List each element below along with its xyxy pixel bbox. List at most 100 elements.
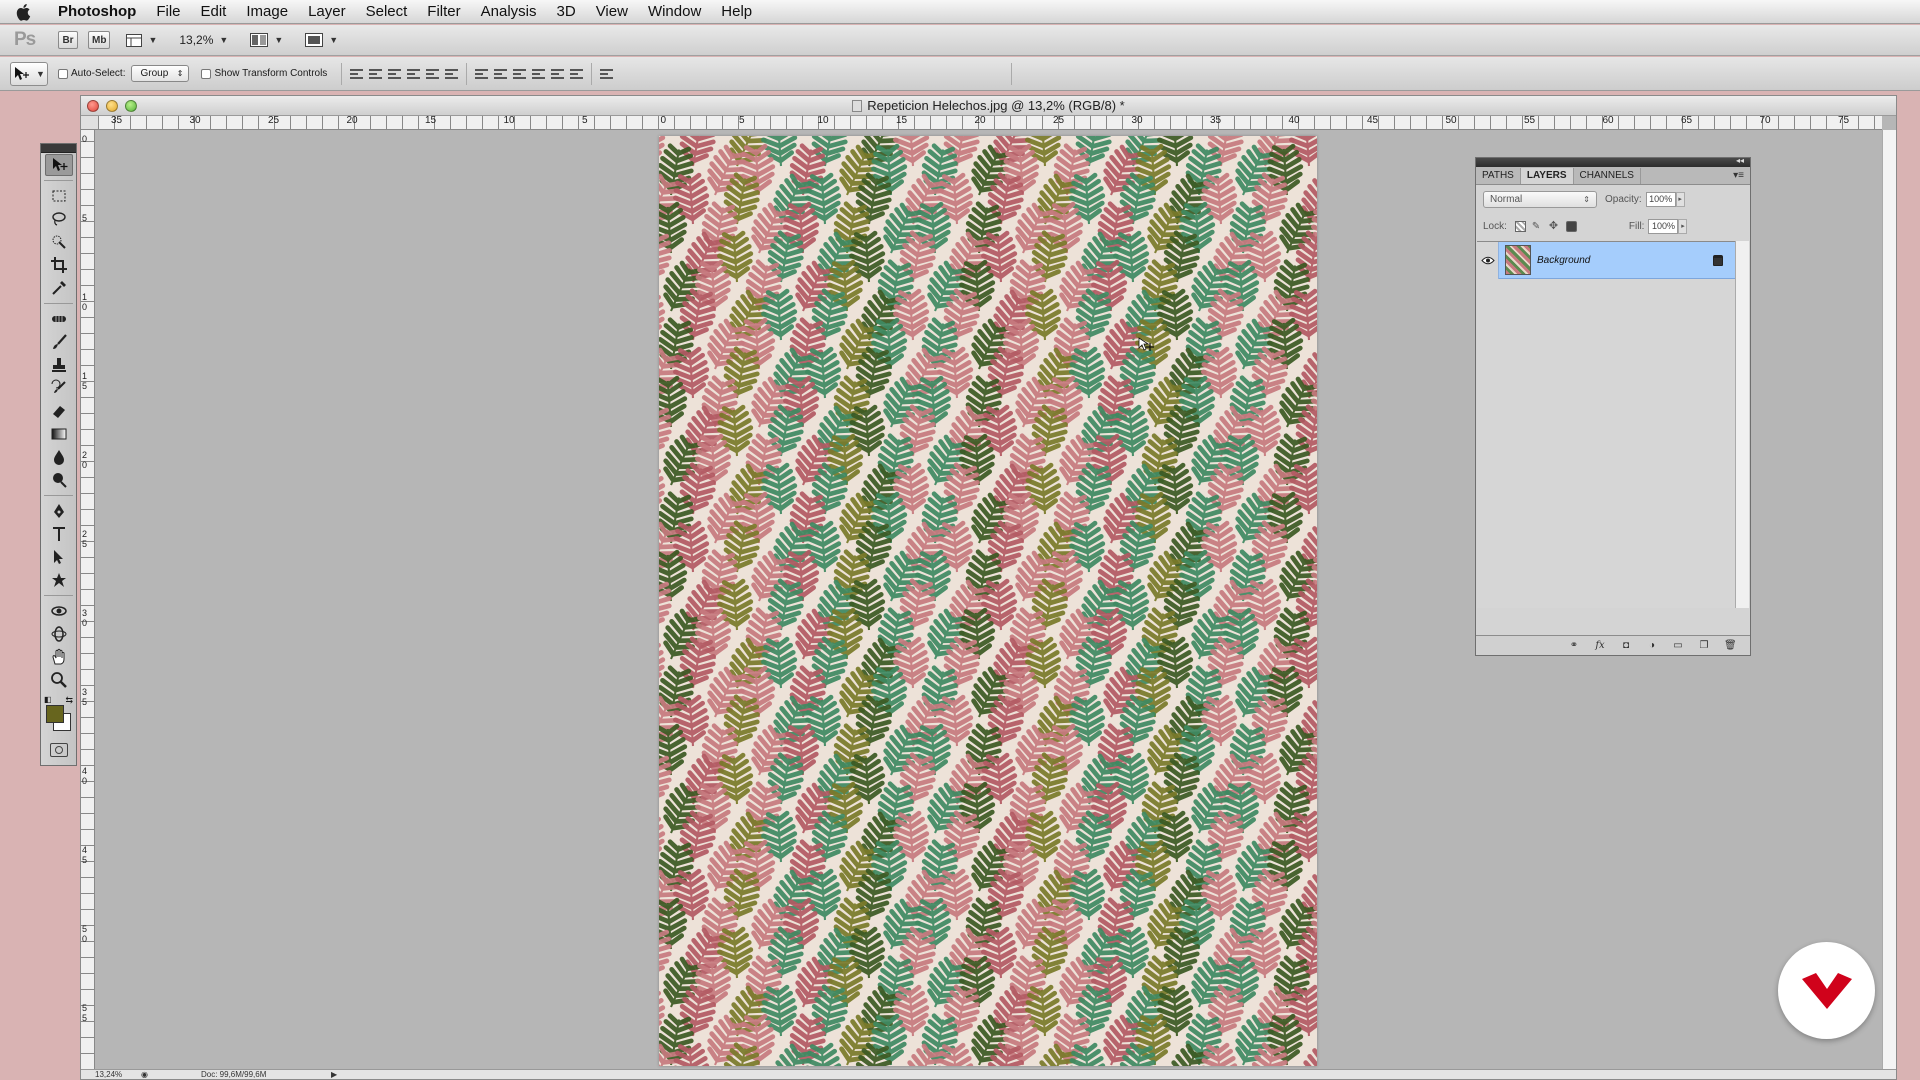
pen-tool[interactable] [45, 500, 73, 522]
auto-select-target-select[interactable]: Group ⇕ [131, 65, 190, 82]
menu-file[interactable]: File [146, 0, 190, 24]
crop-tool[interactable] [45, 254, 73, 276]
type-tool[interactable] [45, 523, 73, 545]
opacity-slider-arrow-icon[interactable]: ▸ [1675, 191, 1685, 207]
auto-select-box[interactable] [58, 68, 68, 79]
3d-rotate-tool[interactable] [45, 600, 73, 622]
launch-minibridge-button[interactable]: Mb [88, 31, 111, 49]
tab-layers[interactable]: LAYERS [1520, 168, 1574, 184]
menu-image[interactable]: Image [236, 0, 298, 24]
align-horizontal-centers-icon[interactable] [426, 67, 440, 80]
custom-shape-tool[interactable] [45, 569, 73, 591]
launch-bridge-button[interactable]: Br [58, 31, 78, 49]
new-group-folder-icon[interactable]: ▭ [1672, 640, 1684, 651]
spot-healing-tool[interactable] [45, 308, 73, 330]
show-transform-box[interactable] [201, 68, 212, 79]
status-info-icon[interactable]: ◉ [141, 1070, 148, 1079]
distribute-vcenter-icon[interactable] [494, 67, 508, 80]
tab-channels[interactable]: CHANNELS [1574, 168, 1641, 184]
distribute-hcenter-icon[interactable] [551, 67, 565, 80]
eyedropper-tool[interactable] [45, 277, 73, 299]
clone-stamp-tool[interactable] [45, 354, 73, 376]
document-canvas[interactable] [659, 136, 1317, 1066]
opacity-input[interactable]: 100% [1645, 191, 1676, 207]
zoom-tool[interactable] [45, 669, 73, 691]
menu-view[interactable]: View [586, 0, 638, 24]
align-right-edges-icon[interactable] [445, 67, 459, 80]
eraser-tool[interactable] [45, 400, 73, 422]
blur-tool[interactable] [45, 446, 73, 468]
lock-image-pixels-icon[interactable]: ✎ [1532, 221, 1543, 232]
menu-photoshop[interactable]: Photoshop [48, 0, 146, 24]
layers-scrollbar[interactable] [1735, 241, 1749, 608]
tool-preset-picker[interactable]: ▼ [10, 61, 48, 86]
dodge-tool[interactable] [45, 469, 73, 491]
layer-style-fx-icon[interactable]: fx [1594, 640, 1606, 651]
zoom-level-dropdown[interactable]: 13,2% ▼ [173, 33, 234, 47]
auto-align-layers-icon[interactable] [600, 67, 614, 80]
3d-orbit-tool[interactable] [45, 623, 73, 645]
menu-help[interactable]: Help [711, 0, 762, 24]
hand-tool[interactable] [45, 646, 73, 668]
swap-colors-icon[interactable]: ⇆ [65, 695, 73, 706]
ruler-origin[interactable] [81, 116, 99, 130]
align-top-edges-icon[interactable] [350, 67, 364, 80]
fill-input[interactable]: 100% [1648, 218, 1679, 234]
show-transform-controls-checkbox[interactable]: Show Transform Controls [201, 68, 327, 79]
document-title-bar[interactable]: Repeticion Helechos.jpg @ 13,2% (RGB/8) … [81, 96, 1896, 116]
fill-slider-arrow-icon[interactable]: ▸ [1678, 218, 1688, 234]
screen-mode-dropdown[interactable]: ▼ [299, 33, 344, 47]
distribute-left-icon[interactable] [532, 67, 546, 80]
apple-menu-icon[interactable] [0, 0, 48, 24]
arrange-documents-dropdown[interactable]: ▼ [244, 33, 289, 47]
distribute-right-icon[interactable] [570, 67, 584, 80]
tab-paths[interactable]: PATHS [1476, 168, 1521, 184]
tools-panel-grip[interactable] [41, 144, 76, 153]
menu-analysis[interactable]: Analysis [471, 0, 547, 24]
align-left-edges-icon[interactable] [407, 67, 421, 80]
view-extras-dropdown[interactable]: ▼ [120, 33, 163, 47]
lasso-tool[interactable] [45, 208, 73, 230]
ruler-tick-label: 20 [974, 116, 986, 126]
brush-tool[interactable] [45, 331, 73, 353]
layers-panel-grip[interactable]: ◂◂ [1476, 156, 1750, 167]
horizontal-ruler[interactable]: 35 30 25 20 15 10 5 0 5 10 15 20 25 30 35 40 45 50 55 60 65 7… [99, 116, 1882, 130]
delete-layer-trash-icon[interactable]: 🗑 [1724, 640, 1737, 651]
link-layers-icon[interactable]: ⚭ [1568, 640, 1580, 651]
menu-select[interactable]: Select [356, 0, 418, 24]
foreground-color-swatch[interactable] [46, 705, 64, 723]
quick-selection-tool[interactable] [45, 231, 73, 253]
gradient-tool[interactable] [45, 423, 73, 445]
default-colors-icon[interactable]: ◧ [44, 695, 52, 704]
blend-mode-select[interactable]: Normal ⇕ [1483, 190, 1597, 208]
collapse-panel-icon[interactable]: ◂◂ [1736, 156, 1744, 165]
distribute-top-icon[interactable] [475, 67, 489, 80]
lock-all-icon[interactable] [1565, 220, 1577, 232]
marquee-tool[interactable] [45, 185, 73, 207]
layer-visibility-toggle[interactable] [1477, 241, 1499, 279]
add-layer-mask-icon[interactable]: ◘ [1620, 640, 1632, 651]
layer-row-background[interactable]: Background [1477, 241, 1735, 279]
menu-3d[interactable]: 3D [547, 0, 586, 24]
auto-select-checkbox[interactable]: Auto-Select: [58, 68, 125, 79]
vertical-scrollbar[interactable] [1882, 130, 1896, 1069]
panel-menu-icon[interactable]: ▾≡ [1733, 170, 1744, 181]
align-bottom-edges-icon[interactable] [388, 67, 402, 80]
align-vertical-centers-icon[interactable] [369, 67, 383, 80]
menu-window[interactable]: Window [638, 0, 711, 24]
quick-mask-button[interactable] [49, 743, 68, 757]
vertical-ruler[interactable]: 0 5 1 0 1 5 2 0 2 5 3 0 3 5 4 0 4 5 5 0 5 5 [81, 130, 95, 1069]
path-selection-tool[interactable] [45, 546, 73, 568]
menu-edit[interactable]: Edit [191, 0, 237, 24]
distribute-bottom-icon[interactable] [513, 67, 527, 80]
menu-filter[interactable]: Filter [417, 0, 470, 24]
lock-position-icon[interactable]: ✥ [1549, 220, 1560, 232]
history-brush-tool[interactable] [45, 377, 73, 399]
new-layer-icon[interactable]: ❐ [1698, 640, 1710, 651]
status-menu-arrow-icon[interactable]: ▶ [331, 1070, 337, 1079]
new-adjustment-layer-icon[interactable]: ◑ [1646, 640, 1658, 651]
move-tool[interactable] [44, 154, 73, 176]
menu-layer[interactable]: Layer [298, 0, 356, 24]
lock-transparent-pixels-icon[interactable] [1514, 220, 1526, 232]
layer-name[interactable]: Background [1537, 255, 1713, 266]
